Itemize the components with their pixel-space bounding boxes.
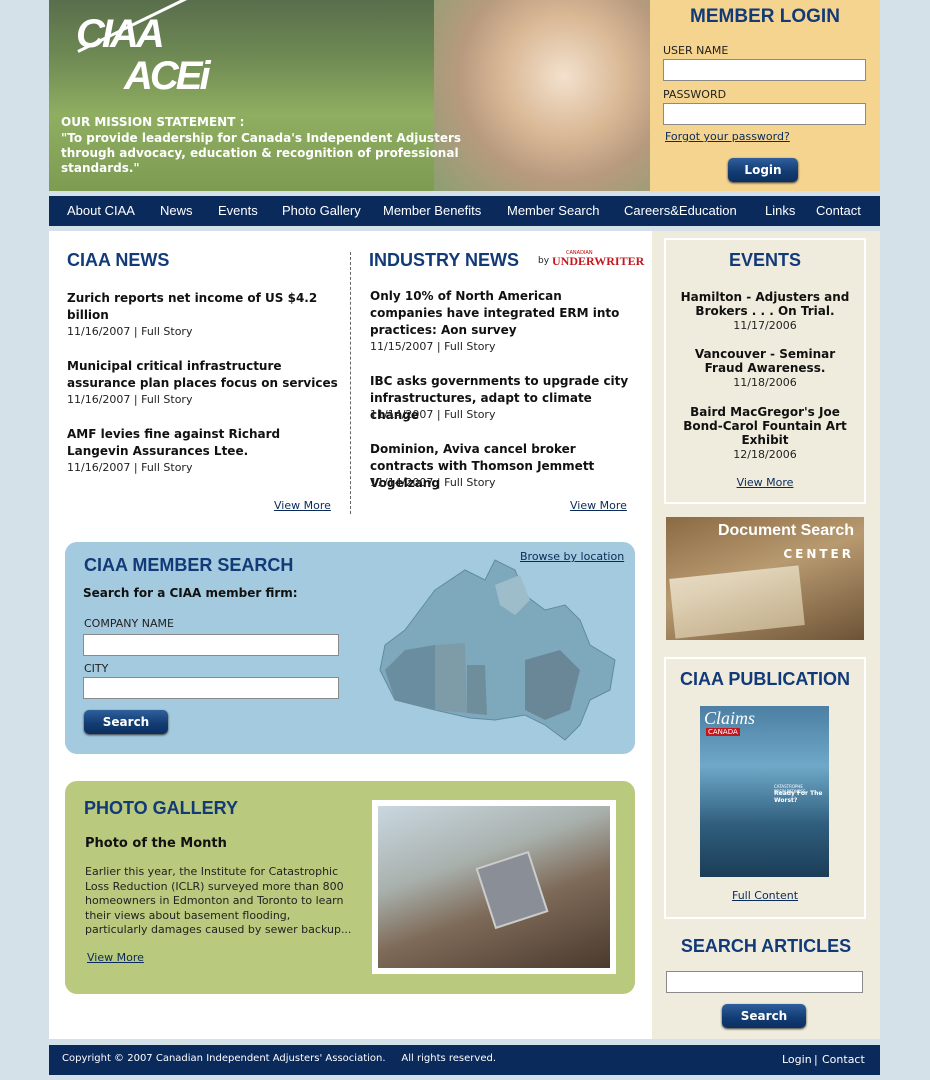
ciaa-news-meta[interactable]: 11/16/2007 | Full Story: [67, 393, 192, 406]
ciaa-news-headline[interactable]: Zurich reports net income of US $4.2 bil…: [67, 290, 342, 324]
event-date: 12/18/2006: [733, 448, 797, 461]
ciaa-news-meta[interactable]: 11/16/2007 | Full Story: [67, 461, 192, 474]
member-search-title: CIAA MEMBER SEARCH: [84, 555, 294, 575]
mission-text: "To provide leadership for Canada's Inde…: [61, 131, 462, 175]
canada-map[interactable]: [375, 550, 625, 746]
login-button[interactable]: Login: [728, 158, 798, 182]
search-articles-button[interactable]: Search: [722, 1004, 806, 1028]
event-title[interactable]: Baird MacGregor's Joe Bond-Carol Fountai…: [676, 405, 854, 447]
nav-about[interactable]: About CIAA: [67, 203, 135, 218]
search-articles-title: SEARCH ARTICLES: [680, 936, 852, 956]
underwriter-logo[interactable]: UNDERWRITER: [552, 254, 644, 269]
password-input[interactable]: [663, 103, 866, 125]
nav-member-benefits[interactable]: Member Benefits: [383, 203, 481, 218]
ciaa-news-headline[interactable]: Municipal critical infrastructure assura…: [67, 358, 342, 392]
header-banner: CIAA ACEi OUR MISSION STATEMENT : "To pr…: [49, 0, 650, 191]
mission-title: OUR MISSION STATEMENT :: [61, 115, 245, 129]
family-photo: [434, 0, 650, 191]
publication-title: CIAA PUBLICATION: [680, 669, 850, 689]
password-label: PASSWORD: [663, 88, 727, 101]
username-input[interactable]: [663, 59, 866, 81]
industry-news-meta[interactable]: 11/15/2007 | Full Story: [370, 340, 495, 353]
logo-bottom: ACEi: [124, 54, 211, 98]
footer: Copyright © 2007 Canadian Independent Ad…: [49, 1045, 880, 1075]
member-login-title: MEMBER LOGIN: [690, 6, 840, 27]
industry-news-meta[interactable]: 11/14/2007 | Full Story: [370, 408, 495, 421]
photo-gallery-view-more[interactable]: View More: [87, 951, 144, 964]
nav-events[interactable]: Events: [218, 203, 258, 218]
forgot-password-link[interactable]: Forgot your password?: [665, 130, 790, 143]
ciaa-news-headline[interactable]: AMF levies fine against Richard Langevin…: [67, 426, 342, 460]
document-search-banner[interactable]: Document Search CENTER: [666, 517, 864, 640]
publication-panel: CIAA PUBLICATION Claims CANADA CATASTROP…: [664, 657, 866, 919]
member-search-panel: CIAA MEMBER SEARCH Browse by location Se…: [65, 542, 635, 754]
nav-contact[interactable]: Contact: [816, 203, 861, 218]
event-date: 11/17/2006: [733, 319, 797, 332]
copyright: Copyright © 2007 Canadian Independent Ad…: [62, 1053, 497, 1064]
company-name-label: COMPANY NAME: [84, 617, 174, 630]
document-search-line1: Document Search: [717, 522, 854, 539]
ciaa-logo[interactable]: CIAA ACEi: [74, 0, 214, 104]
photo-gallery-title: PHOTO GALLERY: [84, 798, 239, 818]
member-search-button[interactable]: Search: [84, 710, 168, 734]
member-search-subtitle: Search for a CIAA member firm:: [83, 586, 298, 600]
document-search-line2: CENTER: [783, 547, 854, 561]
ciaa-news-title: CIAA NEWS: [67, 250, 170, 270]
full-content-link[interactable]: Full Content: [666, 889, 864, 902]
event-date: 11/18/2006: [733, 376, 797, 389]
footer-contact-link[interactable]: Contact: [822, 1053, 865, 1066]
cover-sub: CANADA: [706, 728, 740, 736]
nav-careers-education[interactable]: Careers&Education: [624, 203, 737, 218]
industry-news-view-more[interactable]: View More: [570, 499, 627, 512]
photo-description: Earlier this year, the Institute for Cat…: [85, 865, 352, 936]
nav-photo-gallery[interactable]: Photo Gallery: [282, 203, 361, 218]
search-articles-input[interactable]: [666, 971, 863, 993]
news-divider: [350, 252, 351, 514]
cover-text2: Ready For The Worst?: [774, 790, 823, 804]
event-title[interactable]: Vancouver - Seminar Fraud Awareness.: [676, 347, 854, 375]
company-name-input[interactable]: [83, 634, 339, 656]
photo-of-month-frame[interactable]: [372, 800, 616, 974]
city-input[interactable]: [83, 677, 339, 699]
industry-news-title: INDUSTRY NEWS: [369, 250, 520, 270]
member-login-panel: MEMBER LOGIN USER NAME PASSWORD Forgot y…: [650, 0, 880, 191]
username-label: USER NAME: [663, 44, 729, 57]
nav-news[interactable]: News: [160, 203, 193, 218]
events-view-more[interactable]: View More: [666, 476, 864, 489]
nav-links[interactable]: Links: [765, 203, 795, 218]
events-title: EVENTS: [728, 250, 802, 270]
city-label: CITY: [84, 662, 109, 675]
footer-separator: |: [814, 1053, 818, 1066]
book-image: [669, 565, 805, 639]
ciaa-news-meta[interactable]: 11/16/2007 | Full Story: [67, 325, 192, 338]
event-title[interactable]: Hamilton - Adjusters and Brokers . . . O…: [676, 290, 854, 318]
photo-of-month-title: Photo of the Month: [85, 836, 227, 851]
footer-login-link[interactable]: Login: [782, 1053, 812, 1066]
by-label: by: [538, 256, 550, 266]
ciaa-news-view-more[interactable]: View More: [274, 499, 331, 512]
cover-title: Claims: [704, 708, 756, 728]
main-nav: About CIAA News Events Photo Gallery Mem…: [49, 196, 880, 226]
industry-news-headline[interactable]: Only 10% of North American companies hav…: [370, 288, 632, 339]
nav-member-search[interactable]: Member Search: [507, 203, 599, 218]
logo-top: CIAA: [76, 12, 165, 56]
events-panel: EVENTS Hamilton - Adjusters and Brokers …: [664, 238, 866, 504]
industry-news-meta[interactable]: 11/14/2007 | Full Story: [370, 476, 495, 489]
claims-canada-cover[interactable]: Claims CANADA CATASTROPHE PREPAREDNESS R…: [700, 706, 829, 877]
photo-gallery-panel: PHOTO GALLERY Photo of the Month Earlier…: [65, 781, 635, 994]
